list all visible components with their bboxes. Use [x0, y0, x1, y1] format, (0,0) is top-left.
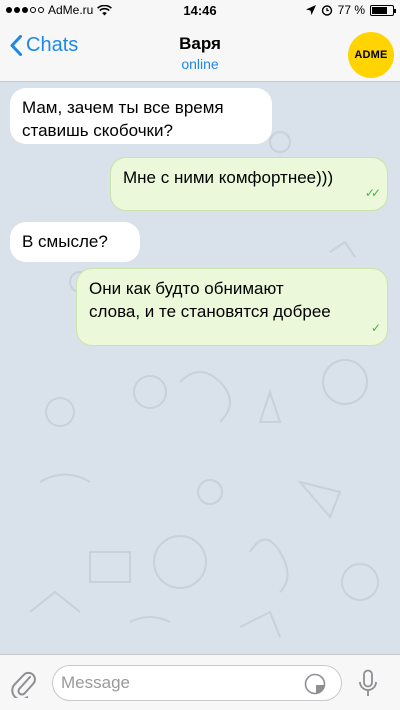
nav-bar: Chats Варя online ADME: [0, 22, 400, 82]
message-text-line: Мам, зачем ты все время: [22, 98, 224, 117]
message-text-line: Они как будто обнимают: [89, 279, 284, 298]
message-text-line: слова, и те становятся добрее: [89, 302, 331, 321]
alarm-clock-icon: [321, 5, 332, 16]
battery-percent: 77 %: [337, 3, 365, 17]
status-bar: AdMe.ru 14:46 77 %: [0, 0, 400, 22]
message-incoming[interactable]: В смысле?: [10, 222, 140, 262]
message-composer: [0, 654, 400, 710]
microphone-icon[interactable]: [358, 669, 378, 699]
status-right: 77 %: [305, 3, 396, 17]
contact-status: online: [181, 56, 219, 72]
message-text-line: ставишь скобочки?: [22, 121, 173, 140]
contact-name[interactable]: Варя: [0, 34, 400, 54]
message-text-line: В смысле?: [22, 232, 108, 251]
message-text-line: Мне с ними комфортнее))): [123, 168, 334, 187]
battery-icon: [370, 4, 396, 16]
message-incoming[interactable]: Мам, зачем ты все время ставишь скобочки…: [10, 88, 272, 144]
double-check-icon: ✓✓: [364, 186, 381, 200]
avatar[interactable]: ADME: [348, 32, 394, 78]
sticker-icon[interactable]: [304, 673, 326, 695]
chat-area[interactable]: Мам, зачем ты все время ставишь скобочки…: [0, 82, 400, 654]
location-arrow-icon: [305, 5, 316, 15]
avatar-logo-text: ADME: [354, 49, 388, 61]
message-outgoing[interactable]: Мне с ними комфортнее))) ✓✓: [110, 157, 388, 211]
single-check-icon: ✓: [370, 321, 381, 335]
message-outgoing[interactable]: Они как будто обнимают слова, и те стано…: [76, 268, 388, 346]
message-input[interactable]: [52, 665, 342, 701]
paperclip-icon[interactable]: [10, 668, 36, 698]
